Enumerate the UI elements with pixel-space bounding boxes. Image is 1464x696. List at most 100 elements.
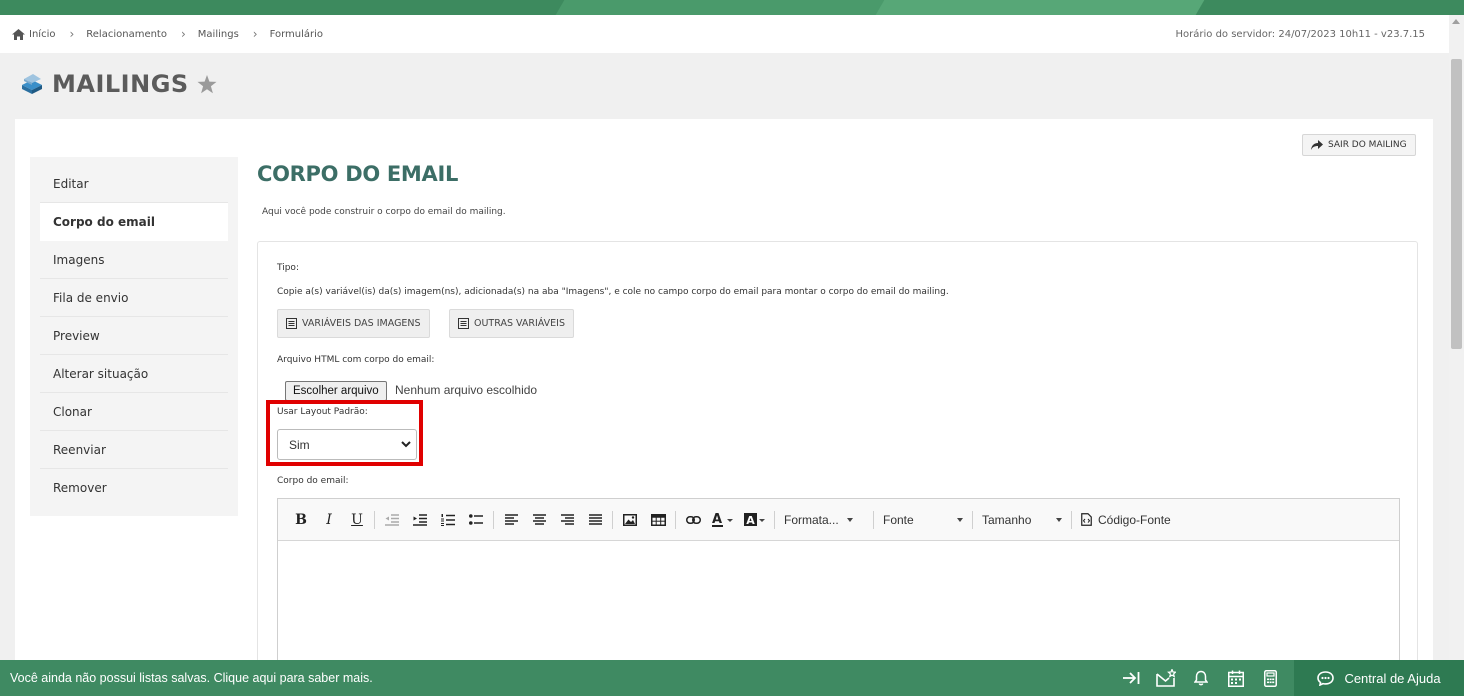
footer-action-notifications[interactable] [1183,660,1218,696]
breadcrumb-item-formulario: Formulário [269,28,324,40]
file-label: Arquivo HTML com corpo do email: [277,355,435,365]
indent-icon [413,513,427,526]
mail-star-icon [1155,669,1176,687]
caret-down-icon [846,517,853,522]
sidebar-item-clonar[interactable]: Clonar [40,393,228,431]
outdent-button[interactable] [378,508,406,532]
default-layout-select[interactable]: Sim [277,429,417,460]
italic-button[interactable]: I [315,508,343,532]
align-left-button[interactable] [497,508,525,532]
image-variables-button[interactable]: VARIÁVEIS DAS IMAGENS [277,309,430,338]
sidebar-item-reenviar[interactable]: Reenviar [40,431,228,469]
text-color-button[interactable]: A [707,508,739,532]
background-color-icon: A [744,512,765,527]
home-icon [12,28,25,40]
insert-table-button[interactable] [644,508,672,532]
bullet-list-button[interactable] [462,508,490,532]
tipo-label: Tipo: [277,263,299,273]
sidebar-nav: Editar Corpo do email Imagens Fila de en… [30,157,238,516]
format-dropdown[interactable]: Formata... [778,508,870,532]
align-justify-button[interactable] [581,508,609,532]
body-label: Corpo do email: [277,476,349,486]
format-dropdown-label: Formata... [784,512,839,527]
chevron-right-icon: › [252,27,258,41]
link-icon [685,515,701,524]
underline-button[interactable]: U [343,508,371,532]
align-left-icon [504,514,518,525]
editor-toolbar: B I U A A Formata... Fonte Tamanho Códig… [278,499,1399,541]
breadcrumb-item-mailings[interactable]: Mailings [198,29,239,40]
background-color-button[interactable]: A [739,508,771,532]
caret-down-icon [957,517,963,522]
top-accent-bar [0,0,1464,15]
share-arrow-icon [1311,140,1323,150]
email-body-panel: Tipo: Copie a(s) variável(is) da(s) imag… [257,241,1418,688]
footer-action-mail[interactable] [1148,660,1183,696]
insert-link-button[interactable] [679,508,707,532]
sidebar-item-preview[interactable]: Preview [40,317,228,355]
page-title: MAILINGS [52,70,189,98]
indent-button[interactable] [406,508,434,532]
font-dropdown[interactable]: Fonte [877,508,969,532]
insert-image-button[interactable] [616,508,644,532]
footer-action-login[interactable] [1113,660,1148,696]
calculator-icon [1264,669,1277,687]
section-title: CORPO DO EMAIL [257,162,459,186]
sidebar-item-corpo-do-email[interactable]: Corpo do email [40,203,228,241]
size-dropdown-label: Tamanho [982,512,1032,527]
sidebar-item-imagens[interactable]: Imagens [40,241,228,279]
footer-action-calendar[interactable] [1218,660,1253,696]
content-card: Editar Corpo do email Imagens Fila de en… [15,119,1433,688]
page-scrollbar[interactable] [1449,15,1464,660]
text-color-icon: A [712,513,733,527]
scroll-up-icon[interactable] [1452,19,1460,24]
outdent-icon [385,513,399,526]
align-right-button[interactable] [553,508,581,532]
help-center-button[interactable]: Central de Ajuda [1294,660,1464,696]
other-variables-label: OUTRAS VARIÁVEIS [474,318,566,329]
exit-mailing-button[interactable]: SAIR DO MAILING [1302,134,1416,156]
align-right-icon [560,514,574,525]
layout-label: Usar Layout Padrão: [277,407,368,417]
breadcrumb-item-inicio[interactable]: Início [29,29,55,40]
other-variables-button[interactable]: OUTRAS VARIÁVEIS [449,309,575,338]
svg-text:A: A [746,514,755,527]
help-center-label: Central de Ajuda [1344,670,1441,686]
scrollbar-thumb[interactable] [1451,59,1462,349]
list-icon [286,318,297,329]
align-center-button[interactable] [525,508,553,532]
breadcrumb-item-relacionamento[interactable]: Relacionamento [86,29,167,40]
bell-icon [1193,670,1208,686]
list-icon [458,318,469,329]
chat-bubble-icon [1317,670,1335,686]
file-status: Nenhum arquivo escolhido [395,383,538,397]
sidebar-item-remover[interactable]: Remover [40,469,228,507]
calendar-icon [1227,670,1244,687]
default-layout-value: Sim [289,437,310,452]
choose-file-button[interactable]: Escolher arquivo [285,381,387,401]
breadcrumb-home[interactable]: Início › [12,27,86,41]
server-time: Horário do servidor: 24/07/2023 10h11 - … [1175,28,1425,40]
font-dropdown-label: Fonte [883,512,914,527]
instructions-text: Copie a(s) variável(is) da(s) imagem(ns)… [277,287,949,297]
sidebar-item-editar[interactable]: Editar [40,165,228,203]
footer-action-calculator[interactable] [1253,660,1288,696]
star-favorite-icon[interactable] [197,74,217,94]
breadcrumb-bar: Início › Relacionamento › Mailings › For… [0,15,1449,53]
table-icon [650,513,666,526]
align-justify-icon [588,514,602,525]
bold-button[interactable]: B [287,508,315,532]
size-dropdown[interactable]: Tamanho [976,508,1068,532]
saved-lists-message[interactable]: Você ainda não possui listas salvas. Cli… [0,671,373,685]
chevron-right-icon: › [69,27,75,41]
sidebar-item-alterar-situacao[interactable]: Alterar situação [40,355,228,393]
source-code-label: Código-Fonte [1098,512,1171,527]
numbered-list-button[interactable] [434,508,462,532]
image-variables-label: VARIÁVEIS DAS IMAGENS [302,318,421,329]
svg-text:A: A [712,513,722,527]
sidebar-item-fila-de-envio[interactable]: Fila de envio [40,279,228,317]
source-code-button[interactable]: Código-Fonte [1075,508,1177,532]
exit-mailing-label: SAIR DO MAILING [1328,140,1407,150]
bullet-list-icon [469,513,483,525]
mailing-stack-icon [22,74,42,94]
